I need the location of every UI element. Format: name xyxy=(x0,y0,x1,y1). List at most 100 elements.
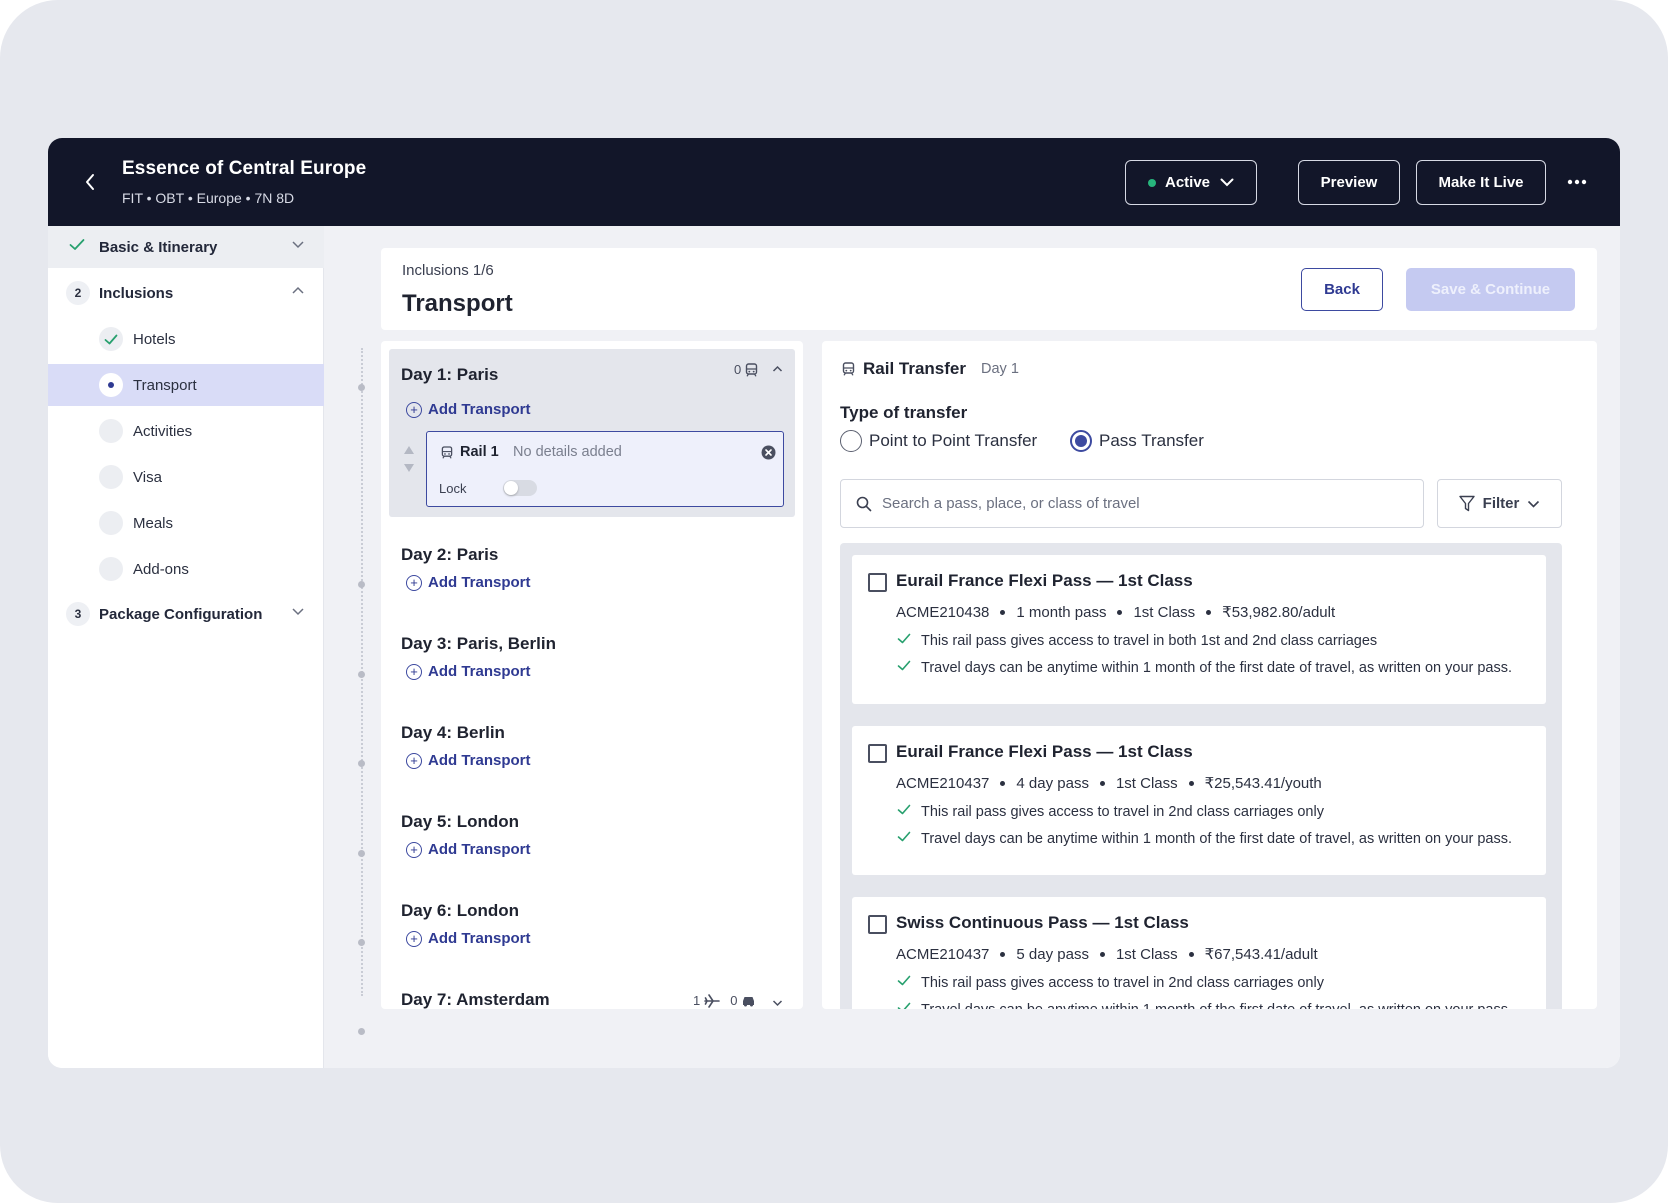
filter-icon xyxy=(1458,495,1475,512)
sidebar-section-inclusions[interactable]: 2 Inclusions xyxy=(48,272,324,314)
pass-search[interactable] xyxy=(840,479,1424,528)
sidebar-section-label: Basic & Itinerary xyxy=(99,238,218,256)
pass-name: Eurail France Flexi Pass — 1st Class xyxy=(896,571,1193,590)
sidebar-item-meals[interactable]: Meals xyxy=(48,502,324,544)
page-title: Transport xyxy=(402,290,513,317)
day-title: Day 4: Berlin xyxy=(401,723,505,742)
step-number: 3 xyxy=(66,602,90,626)
plus-circle-icon: + xyxy=(406,930,422,947)
timeline-dot xyxy=(358,581,365,588)
save-continue-button[interactable]: Save & Continue xyxy=(1406,268,1575,311)
pass-feature: This rail pass gives access to travel in… xyxy=(896,632,1516,650)
rail-card[interactable]: Rail 1 No details added Lock xyxy=(426,431,784,507)
add-transport-button[interactable]: + Add Transport xyxy=(406,841,531,858)
sidebar-item-label: Add-ons xyxy=(133,560,189,578)
check-icon xyxy=(99,327,123,351)
radio-circle-selected xyxy=(1070,430,1092,452)
pass-name: Eurail France Flexi Pass — 1st Class xyxy=(896,742,1193,761)
timeline-dot xyxy=(358,1028,365,1035)
filter-dropdown[interactable]: Filter xyxy=(1437,479,1562,528)
back-button[interactable]: Back xyxy=(1301,268,1383,311)
chevron-down-icon xyxy=(292,608,304,616)
radio-label: Point to Point Transfer xyxy=(869,431,1038,450)
add-transport-button[interactable]: + Add Transport xyxy=(406,752,531,769)
radio-circle xyxy=(840,430,862,452)
rail-count: 0 xyxy=(734,362,742,377)
sidebar-item-transport[interactable]: Transport xyxy=(48,364,324,406)
add-transport-button[interactable]: + Add Transport xyxy=(406,930,531,947)
sidebar-item-hotels[interactable]: Hotels xyxy=(48,318,324,360)
search-input[interactable] xyxy=(882,495,1402,512)
pass-code: ACME210437 xyxy=(896,945,990,963)
sidebar-section-label: Inclusions xyxy=(99,284,174,302)
add-transport-button[interactable]: + Add Transport xyxy=(406,401,531,418)
pass-feature: Travel days can be anytime within 1 mont… xyxy=(896,830,1516,848)
feature-text: Travel days can be anytime within 1 mont… xyxy=(921,1001,1512,1009)
check-icon xyxy=(897,831,911,842)
make-it-live-button[interactable]: Make It Live xyxy=(1416,160,1546,205)
plus-circle-icon: + xyxy=(406,841,422,858)
timeline-dot xyxy=(358,760,365,767)
pass-meta: ACME210437 5 day pass 1st Class ₹67,543.… xyxy=(896,945,1318,964)
feature-text: Travel days can be anytime within 1 mont… xyxy=(921,831,1513,847)
back-arrow-icon[interactable] xyxy=(78,170,102,194)
status-label: Active xyxy=(1164,174,1211,191)
day-title: Day 7: Amsterdam xyxy=(401,990,550,1009)
close-circle-icon[interactable] xyxy=(761,445,776,460)
add-transport-label: Add Transport xyxy=(428,401,531,418)
rail-name: Rail 1 xyxy=(460,444,499,460)
sidebar-section-package-configuration[interactable]: 3 Package Configuration xyxy=(48,593,324,635)
status-dropdown[interactable]: Active xyxy=(1125,160,1257,205)
drag-handle-icon[interactable] xyxy=(402,444,416,474)
sidebar-item-label: Meals xyxy=(133,514,174,532)
plus-circle-icon: + xyxy=(406,401,422,418)
sidebar-section-basic-itinerary[interactable]: Basic & Itinerary xyxy=(48,226,324,268)
sidebar-item-label: Activities xyxy=(133,422,193,440)
pass-card[interactable]: Swiss Continuous Pass — 1st Class ACME21… xyxy=(852,897,1546,1009)
sidebar: Basic & Itinerary 2 Inclusions Hotels Tr… xyxy=(48,226,324,1068)
rail-detail: No details added xyxy=(513,444,622,460)
sidebar-item-activities[interactable]: Activities xyxy=(48,410,324,452)
day-card-active: Day 1: Paris 0 + Add Transport Rail 1 No… xyxy=(389,349,795,517)
pending-circle-icon xyxy=(99,465,123,489)
radio-pass-transfer[interactable]: Pass Transfer xyxy=(1070,430,1204,452)
chevron-down-icon xyxy=(292,241,304,249)
train-icon xyxy=(842,362,855,376)
lock-toggle[interactable] xyxy=(503,480,537,496)
pending-circle-icon xyxy=(99,557,123,581)
preview-button[interactable]: Preview xyxy=(1298,160,1400,205)
sidebar-section-label: Package Configuration xyxy=(99,605,263,623)
add-transport-button[interactable]: + Add Transport xyxy=(406,574,531,591)
add-transport-label: Add Transport xyxy=(428,930,531,947)
pass-name: Swiss Continuous Pass — 1st Class xyxy=(896,913,1189,932)
more-options-icon[interactable] xyxy=(1560,170,1594,194)
app-window: Essence of Central Europe FIT • OBT • Eu… xyxy=(48,138,1620,1068)
airplane-icon xyxy=(704,993,721,1008)
pass-card[interactable]: Eurail France Flexi Pass — 1st Class ACM… xyxy=(852,555,1546,704)
day-title: Day 1: Paris xyxy=(401,365,499,384)
pass-feature: Travel days can be anytime within 1 mont… xyxy=(896,659,1516,677)
chevron-down-icon[interactable] xyxy=(772,999,783,1007)
chevron-up-icon[interactable] xyxy=(772,365,783,373)
pass-checkbox[interactable] xyxy=(868,744,887,763)
add-transport-label: Add Transport xyxy=(428,663,531,680)
add-transport-button[interactable]: + Add Transport xyxy=(406,663,531,680)
check-icon xyxy=(897,804,911,815)
transport-counts: 0 xyxy=(734,362,758,377)
page-background: Essence of Central Europe FIT • OBT • Eu… xyxy=(0,0,1668,1203)
chevron-down-icon xyxy=(1220,178,1234,187)
feature-text: This rail pass gives access to travel in… xyxy=(921,633,1378,649)
sidebar-item-add-ons[interactable]: Add-ons xyxy=(48,548,324,590)
sidebar-item-visa[interactable]: Visa xyxy=(48,456,324,498)
car-count: 0 xyxy=(730,993,738,1008)
transfer-type-label: Type of transfer xyxy=(840,403,968,422)
pass-meta: ACME210438 1 month pass 1st Class ₹53,98… xyxy=(896,603,1335,622)
add-transport-label: Add Transport xyxy=(428,841,531,858)
radio-point-to-point[interactable]: Point to Point Transfer xyxy=(840,430,1037,452)
pass-checkbox[interactable] xyxy=(868,915,887,934)
feature-text: This rail pass gives access to travel in… xyxy=(921,975,1324,991)
pass-checkbox[interactable] xyxy=(868,573,887,592)
transport-counts: 1 0 xyxy=(693,993,756,1008)
pass-card[interactable]: Eurail France Flexi Pass — 1st Class ACM… xyxy=(852,726,1546,875)
day-title: Day 6: London xyxy=(401,901,520,920)
